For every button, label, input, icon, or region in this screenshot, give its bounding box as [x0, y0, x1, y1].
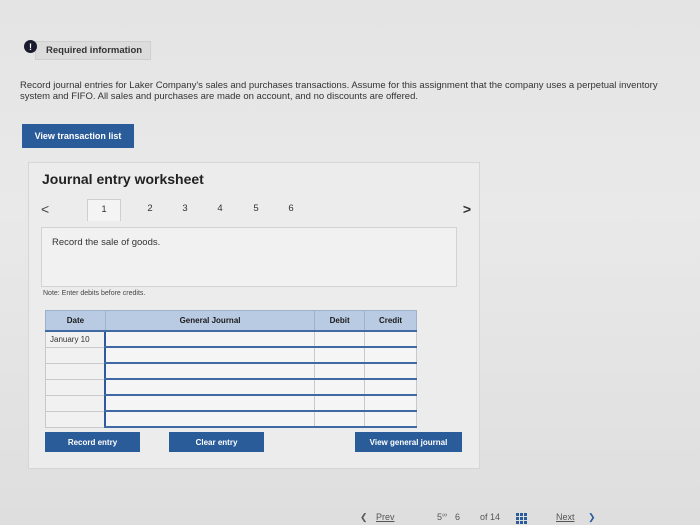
view-general-journal-button[interactable]: View general journal: [355, 432, 462, 452]
transaction-description: Record the sale of goods.: [52, 237, 161, 248]
credit-input[interactable]: [364, 394, 417, 412]
column-header-debit: Debit: [314, 310, 366, 332]
next-link[interactable]: Next: [556, 512, 575, 522]
page-number-5[interactable]: 5: [437, 512, 442, 522]
alert-icon: !: [24, 40, 37, 53]
credit-input[interactable]: [364, 346, 417, 364]
debit-input[interactable]: [314, 378, 366, 396]
credit-input[interactable]: [364, 410, 417, 428]
worksheet-title: Journal entry worksheet: [42, 171, 204, 187]
journal-table: Date General Journal Debit Credit Januar…: [45, 310, 417, 428]
worksheet-tabs: < 1 2 3 4 5 6 >: [41, 199, 471, 223]
table-row: [45, 378, 417, 396]
note-text: Note: Enter debits before credits.: [43, 290, 146, 297]
credit-input[interactable]: [364, 378, 417, 396]
required-info-header: ! Required information: [24, 40, 152, 60]
column-header-credit: Credit: [364, 310, 417, 332]
tab-2[interactable]: 2: [141, 203, 159, 214]
debit-input[interactable]: [314, 394, 366, 412]
page-total: of 14: [480, 512, 501, 522]
grid-icon[interactable]: [516, 513, 527, 524]
date-cell: January 10: [45, 330, 106, 348]
instructions-text: Record journal entries for Laker Company…: [20, 80, 658, 102]
date-cell: [45, 346, 106, 364]
tab-next-chevron-icon[interactable]: >: [463, 201, 471, 217]
prev-link[interactable]: Prev: [376, 512, 395, 522]
tab-4[interactable]: 4: [211, 203, 229, 214]
date-cell: [45, 378, 106, 396]
transaction-description-box: Record the sale of goods.: [41, 227, 457, 287]
journal-entry-worksheet: Journal entry worksheet < 1 2 3 4 5 6 > …: [28, 162, 480, 469]
account-input[interactable]: [104, 410, 316, 428]
debit-input[interactable]: [314, 330, 366, 348]
account-input[interactable]: [104, 378, 316, 396]
credit-input[interactable]: [364, 330, 417, 348]
tab-1[interactable]: 1: [87, 199, 121, 221]
tab-6[interactable]: 6: [282, 203, 300, 214]
date-cell: [45, 394, 106, 412]
account-input[interactable]: [104, 330, 316, 348]
table-row: [45, 410, 417, 428]
tab-3[interactable]: 3: [176, 203, 194, 214]
account-input[interactable]: [104, 362, 316, 380]
account-input[interactable]: [104, 394, 316, 412]
date-cell: [45, 362, 106, 380]
date-cell: [45, 410, 106, 428]
debit-input[interactable]: [314, 410, 366, 428]
tab-prev-chevron-icon[interactable]: <: [41, 201, 49, 217]
page-number-6[interactable]: 6: [455, 512, 460, 522]
pagination-footer: ❮ Prev ∞ 5 6 of 14 Next ❯: [360, 510, 620, 524]
next-chevron-icon[interactable]: ❯: [588, 512, 596, 523]
debit-input[interactable]: [314, 362, 366, 380]
link-icon: ∞: [442, 512, 447, 519]
credit-input[interactable]: [364, 362, 417, 380]
required-info-label: Required information: [35, 41, 152, 60]
column-header-general-journal: General Journal: [104, 310, 316, 332]
tab-5[interactable]: 5: [247, 203, 265, 214]
table-row: [45, 362, 417, 380]
record-entry-button[interactable]: Record entry: [45, 432, 140, 452]
table-row: [45, 394, 417, 412]
prev-chevron-icon[interactable]: ❮: [360, 512, 368, 523]
account-input[interactable]: [104, 346, 316, 364]
debit-input[interactable]: [314, 346, 366, 364]
view-transaction-list-button[interactable]: View transaction list: [22, 124, 134, 148]
table-row: January 10: [45, 330, 417, 348]
table-row: [45, 346, 417, 364]
clear-entry-button[interactable]: Clear entry: [169, 432, 264, 452]
column-header-date: Date: [45, 310, 106, 332]
